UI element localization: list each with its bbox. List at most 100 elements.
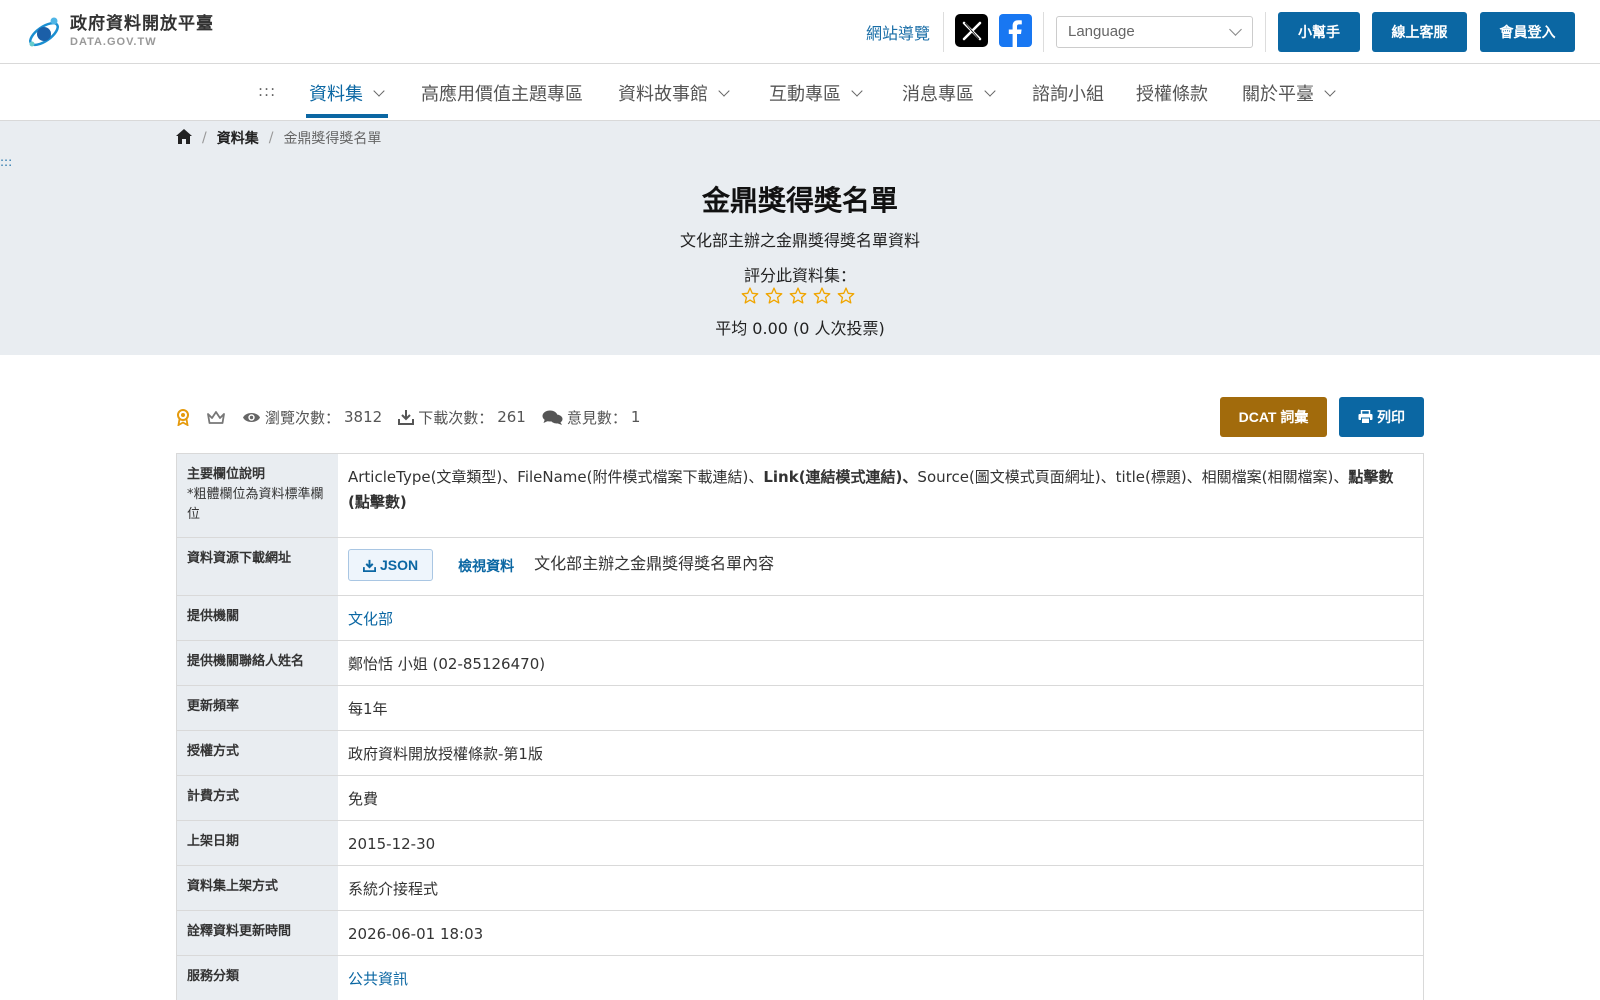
contact-value: 鄭怡恬 小姐 (02-85126470) — [348, 655, 546, 673]
star-icon[interactable] — [834, 284, 858, 306]
star-icon[interactable] — [762, 284, 786, 306]
language-select-value: Language — [1068, 23, 1135, 40]
site-logo[interactable]: 政府資料開放平臺 DATA.GOV.TW — [24, 12, 214, 52]
table-row: 詮釋資料更新時間 2026-06-01 18:03 — [177, 911, 1423, 956]
nav-item-interaction[interactable]: 互動專區 — [769, 80, 863, 106]
breadcrumb-datasets[interactable]: 資料集 — [217, 128, 259, 148]
table-row: 授權方式 政府資料開放授權條款-第1版 — [177, 731, 1423, 776]
provider-link[interactable]: 文化部 — [348, 610, 393, 628]
breadcrumb-separator: / — [268, 130, 274, 146]
json-label: JSON — [380, 556, 419, 573]
x-share-icon[interactable] — [955, 14, 988, 47]
download-icon — [363, 559, 376, 572]
fee-label: 計費方式 — [177, 776, 338, 820]
award-badge-icon — [176, 408, 190, 426]
publish-method-value: 系統介接程式 — [348, 880, 439, 898]
eye-icon — [242, 411, 261, 424]
nav-item-label: 諮詢小組 — [1032, 84, 1104, 105]
facebook-share-icon[interactable] — [999, 14, 1032, 47]
nav-item-label: 資料故事館 — [618, 84, 708, 105]
comments-count: 1 — [630, 408, 641, 426]
category-label: 服務分類 — [177, 956, 338, 1000]
dcat-vocab-button[interactable]: DCAT 詞彙 — [1220, 397, 1327, 437]
nav-item-news[interactable]: 消息專區 — [902, 80, 996, 106]
logo-title: 政府資料開放平臺 — [70, 14, 214, 34]
logo-icon — [24, 12, 64, 52]
downloads-count: 261 — [497, 408, 526, 426]
download-icon — [398, 409, 415, 425]
download-url-label: 資料資源下載網址 — [177, 538, 338, 595]
download-resources: JSON 檢視資料 文化部主辦之金鼎獎得獎名單內容 — [338, 538, 1423, 595]
logo-subtitle: DATA.GOV.TW — [70, 36, 157, 48]
view-data-link[interactable]: 檢視資料 — [458, 555, 514, 580]
site-header: 政府資料開放平臺 DATA.GOV.TW 網站導覽 Language 小幫手 線… — [0, 0, 1600, 64]
content-accesskey[interactable]: ::: — [0, 155, 12, 169]
nav-item-high-value[interactable]: 高應用價值主題專區 — [421, 80, 583, 106]
breadcrumb-separator: / — [202, 130, 207, 146]
json-download-button[interactable]: JSON — [348, 549, 434, 581]
rating-average: 平均 0.00 (0 人次投票) — [715, 319, 885, 338]
nav-item-datasets[interactable]: 資料集 — [309, 80, 385, 106]
table-row: 提供機關 文化部 — [177, 596, 1423, 641]
chevron-down-icon — [373, 84, 385, 97]
table-row: 主要欄位說明 *粗體欄位為資料標準欄位 ArticleType(文章類型)、Fi… — [177, 454, 1423, 538]
metadata-updated-value: 2026-06-01 18:03 — [348, 925, 484, 943]
star-icon[interactable] — [786, 284, 810, 306]
chevron-down-icon — [984, 84, 996, 97]
fields-value: ArticleType(文章類型)、FileName(附件模式檔案下載連結)、L… — [338, 454, 1423, 537]
member-login-button[interactable]: 會員登入 — [1480, 12, 1575, 52]
nav-item-label: 授權條款 — [1136, 84, 1208, 105]
nav-active-indicator — [306, 114, 388, 118]
table-row: 更新頻率 每1年 — [177, 686, 1423, 731]
chevron-down-icon — [1229, 23, 1242, 36]
nav-item-data-stories[interactable]: 資料故事館 — [618, 80, 730, 106]
dataset-description: 文化部主辦之金鼎獎得獎名單資料 — [679, 231, 920, 250]
chevron-down-icon — [718, 84, 730, 97]
home-icon[interactable] — [176, 128, 192, 148]
dataset-stats: 瀏覽次數： 3812 下載次數： 261 意見數： 1 — [176, 406, 640, 428]
dataset-hero: / 資料集 / 金鼎獎得獎名單 ::: 金鼎獎得獎名單 文化部主辦之金鼎獎得獎名… — [0, 121, 1600, 355]
standard-field-text: Link(連結模式連結)、 — [763, 468, 918, 486]
star-icon[interactable] — [738, 284, 762, 306]
chevron-down-icon — [1324, 84, 1336, 97]
table-row: 提供機關聯絡人姓名 鄭怡恬 小姐 (02-85126470) — [177, 641, 1423, 686]
category-link[interactable]: 公共資訊 — [348, 970, 408, 988]
nav-item-advisory[interactable]: 諮詢小組 — [1032, 80, 1104, 106]
publish-method-label: 資料集上架方式 — [177, 866, 338, 910]
nav-item-label: 關於平臺 — [1242, 84, 1314, 105]
header-divider — [943, 12, 944, 52]
main-nav: ::: 資料集 高應用價值主題專區 資料故事館 互動專區 消息專區 諮詢小組 授… — [0, 64, 1600, 121]
nav-accesskey[interactable]: ::: — [258, 82, 276, 100]
online-service-button[interactable]: 線上客服 — [1372, 12, 1467, 52]
table-row: 資料資源下載網址 JSON 檢視資料 文化部主辦之金鼎獎得獎名單內容 — [177, 538, 1423, 596]
printer-icon — [1358, 410, 1373, 424]
nav-item-license[interactable]: 授權條款 — [1136, 80, 1208, 106]
nav-item-label: 消息專區 — [902, 84, 974, 105]
crown-icon — [206, 410, 226, 425]
views-label: 瀏覽次數： — [265, 408, 341, 427]
downloads-label: 下載次數： — [418, 408, 494, 427]
nav-item-label: 互動專區 — [769, 84, 841, 105]
breadcrumb-current: 金鼎獎得獎名單 — [283, 131, 382, 147]
license-label: 授權方式 — [177, 731, 338, 775]
resource-description: 文化部主辦之金鼎獎得獎名單內容 — [534, 554, 775, 573]
helper-button[interactable]: 小幫手 — [1278, 12, 1360, 52]
nav-item-label: 高應用價值主題專區 — [421, 84, 583, 105]
field-text: ArticleType(文章類型)、FileName(附件模式檔案下載連結)、 — [348, 468, 764, 486]
publish-date-label: 上架日期 — [177, 821, 338, 865]
field-text: Source(圖文模式頁面網址)、title(標題)、相關檔案(相關檔案)、 — [917, 468, 1349, 486]
table-row: 資料集上架方式 系統介接程式 — [177, 866, 1423, 911]
table-row: 計費方式 免費 — [177, 776, 1423, 821]
page-title: 金鼎獎得獎名單 — [701, 184, 898, 217]
print-button[interactable]: 列印 — [1339, 397, 1424, 437]
sitemap-link[interactable]: 網站導覽 — [866, 20, 930, 44]
comments-label: 意見數： — [566, 408, 627, 427]
metadata-updated-label: 詮釋資料更新時間 — [177, 911, 338, 955]
chevron-down-icon — [851, 84, 863, 97]
language-select[interactable]: Language — [1056, 16, 1253, 48]
dataset-info-table: 主要欄位說明 *粗體欄位為資料標準欄位 ArticleType(文章類型)、Fi… — [176, 453, 1424, 1000]
star-icon[interactable] — [810, 284, 834, 306]
rating-stars — [738, 284, 858, 306]
nav-item-about[interactable]: 關於平臺 — [1242, 80, 1336, 106]
comments-icon — [542, 409, 563, 426]
